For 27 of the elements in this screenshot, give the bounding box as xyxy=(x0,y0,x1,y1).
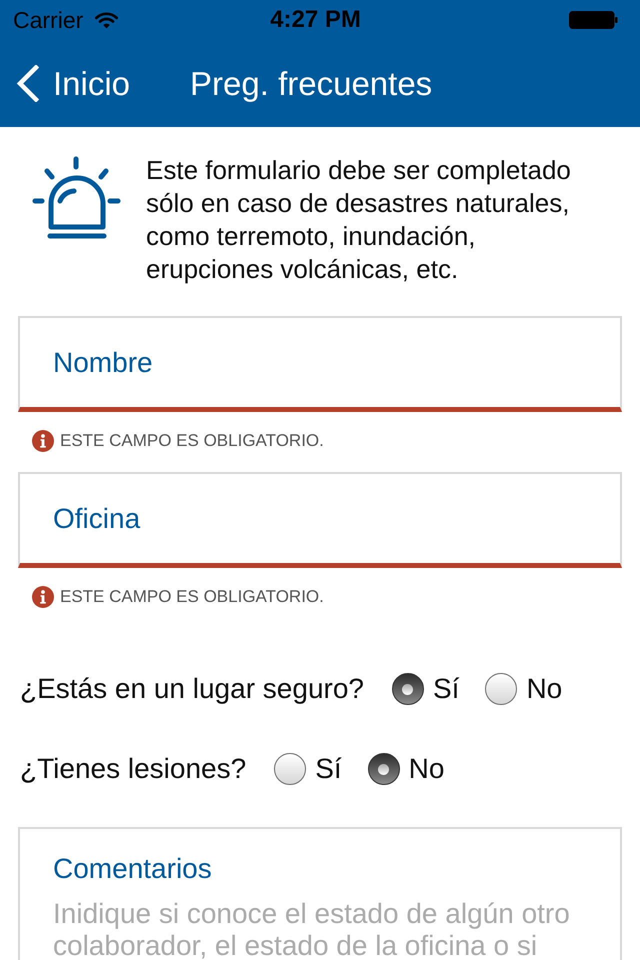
text-field[interactable]: Oficina xyxy=(18,472,622,568)
intro-text: Este formulario debe ser completado sólo en caso de desastres naturales, como terremoto, inundación, erupciones volcánicas, etc. xyxy=(146,154,572,286)
error-message: ESTE CAMPO ES OBLIGATORIO. xyxy=(60,587,324,607)
question-label: ¿Tienes lesiones? xyxy=(20,753,246,785)
error-info-icon xyxy=(32,430,54,452)
back-chevron-icon xyxy=(16,65,39,102)
carrier-label: Carrier xyxy=(13,7,84,33)
nav-title: Preg. frecuentes xyxy=(190,64,432,102)
radio-option-label[interactable]: Sí xyxy=(315,753,342,785)
radio-button[interactable] xyxy=(392,673,424,705)
status-time: 4:27 PM xyxy=(270,7,361,33)
comments-textarea[interactable]: Inidique si conoce el estado de algún otro colaborador, el estado de la oficina o si xyxy=(53,898,604,960)
question-label: ¿Estás en un lugar seguro? xyxy=(20,673,364,705)
radio-button[interactable] xyxy=(274,753,306,785)
back-button[interactable]: Inicio xyxy=(0,64,132,102)
error-message: ESTE CAMPO ES OBLIGATORIO. xyxy=(60,431,324,451)
siren-icon xyxy=(32,156,122,240)
radio-button[interactable] xyxy=(368,753,400,785)
radio-option-label[interactable]: No xyxy=(408,753,444,785)
radio-button[interactable] xyxy=(485,673,518,705)
error-info-icon xyxy=(32,586,54,608)
text-field[interactable]: Nombre xyxy=(18,316,622,412)
comments-field[interactable]: Comentarios Inidique si conoce el estado de algún otro colaborador, el estado de la oficina o si xyxy=(18,827,622,960)
radio-option-label[interactable]: No xyxy=(526,673,562,705)
radio-option-label[interactable]: Sí xyxy=(432,673,460,705)
wifi-icon xyxy=(95,12,118,28)
battery-icon xyxy=(569,11,618,29)
